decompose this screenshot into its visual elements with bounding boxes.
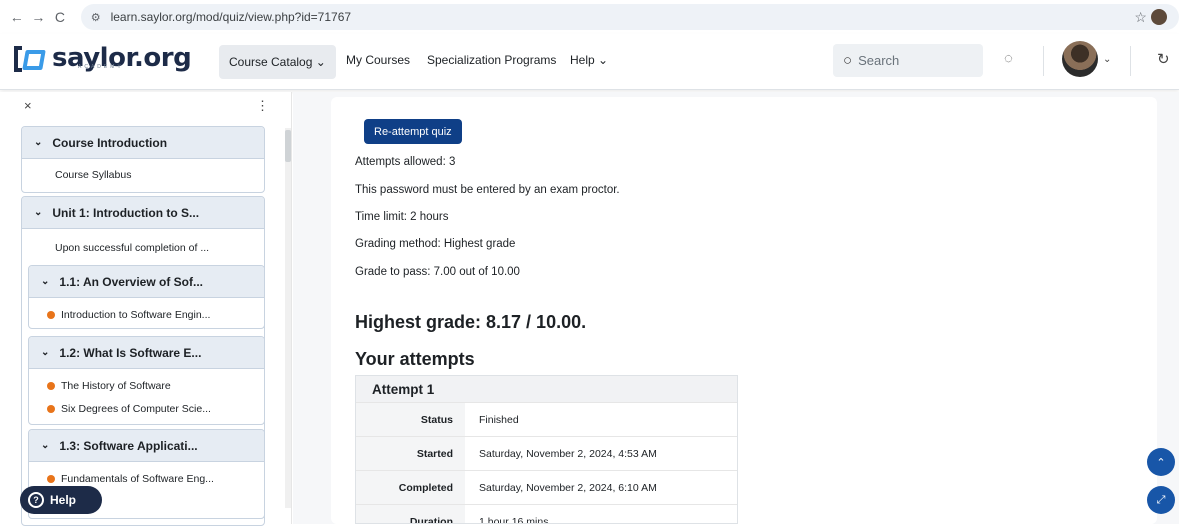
section-header[interactable]: ⌄ Unit 1: Introduction to S... (22, 197, 264, 229)
incomplete-dot-icon (47, 475, 55, 483)
header-divider (1043, 46, 1044, 76)
browser-profile-avatar[interactable] (1151, 9, 1167, 25)
close-drawer-icon[interactable]: × (24, 98, 32, 113)
help-button[interactable]: ? Help (20, 486, 102, 514)
my-courses-link[interactable]: My Courses (346, 53, 410, 67)
section-title: Unit 1: Introduction to S... (52, 205, 200, 220)
section-header[interactable]: ⌄ Course Introduction (22, 127, 264, 159)
row-label: Status (356, 403, 465, 436)
incomplete-dot-icon (47, 382, 55, 390)
back-to-top-icon[interactable]: ⌃ (1147, 448, 1175, 476)
table-row: Completed Saturday, November 2, 2024, 6:… (356, 471, 737, 505)
sidebar-item-learning-outcomes[interactable]: Upon successful completion of ... (55, 242, 209, 254)
section-title: 1.3: Software Applicati... (59, 438, 198, 453)
incomplete-dot-icon (47, 311, 55, 319)
section-header[interactable]: ⌄ 1.1: An Overview of Sof... (29, 266, 264, 298)
grade-to-pass: Grade to pass: 7.00 out of 10.00 (355, 266, 520, 278)
reload-icon[interactable]: C (49, 9, 71, 25)
search-input[interactable]: ○ Search (833, 44, 983, 77)
chevron-down-icon: ⌄ (34, 207, 43, 218)
user-avatar[interactable] (1062, 41, 1098, 77)
incomplete-dot-icon (47, 405, 55, 413)
logo-mark-icon (14, 44, 48, 74)
activity-label: Fundamentals of Software Eng... (61, 473, 214, 485)
sidebar-item-activity[interactable]: Six Degrees of Computer Scie... (47, 403, 211, 415)
attempts-allowed: Attempts allowed: 3 (355, 156, 456, 168)
specialization-programs-link[interactable]: Specialization Programs (427, 53, 556, 67)
expand-icon[interactable]: ⤢ (1147, 486, 1175, 514)
row-label: Duration (356, 505, 465, 523)
address-bar[interactable]: ⚙ learn.saylor.org/mod/quiz/view.php?id=… (80, 4, 1179, 30)
help-menu[interactable]: Help ⌄ (570, 53, 608, 67)
chevron-down-icon: ⌄ (41, 347, 50, 358)
forward-arrow-icon[interactable]: → (28, 9, 50, 25)
grading-method: Grading method: Highest grade (355, 238, 516, 250)
scrollbar-track[interactable] (285, 128, 291, 508)
user-menu-caret-icon[interactable]: ⌄ (1103, 54, 1111, 65)
row-label: Started (356, 437, 465, 470)
course-index-drawer: × ⋮ ⌄ Course Introduction Course Syllabu… (0, 92, 292, 526)
sidebar-item-activity[interactable]: The History of Software (47, 380, 171, 392)
sidebar-item-activity[interactable]: Fundamentals of Software Eng... (47, 473, 214, 485)
chevron-down-icon: ⌄ (34, 137, 43, 148)
your-attempts-heading: Your attempts (355, 349, 475, 369)
notification-bell-icon[interactable]: ◌ (1004, 50, 1013, 67)
back-arrow-icon[interactable]: ← (6, 9, 28, 25)
reattempt-quiz-button[interactable]: Re-attempt quiz (364, 119, 462, 144)
section-title: 1.1: An Overview of Sof... (59, 274, 203, 289)
section-header[interactable]: ⌄ 1.3: Software Applicati... (29, 430, 264, 462)
section-header[interactable]: ⌄ 1.2: What Is Software E... (29, 337, 264, 369)
table-row: Started Saturday, November 2, 2024, 4:53… (356, 437, 737, 471)
help-circle-icon: ? (28, 492, 44, 508)
highest-grade-heading: Highest grade: 8.17 / 10.00. (355, 312, 587, 332)
browser-toolbar: ← → C ⚙ learn.saylor.org/mod/quiz/view.p… (0, 0, 1179, 34)
table-row: Status Finished (356, 403, 737, 437)
site-settings-icon[interactable]: ⚙ (91, 11, 101, 24)
section-title: 1.2: What Is Software E... (59, 345, 202, 360)
attempt-summary-table: Attempt 1 Status Finished Started Saturd… (355, 375, 738, 524)
logo-subtitle: ACADEMY (78, 64, 124, 70)
row-value: Saturday, November 2, 2024, 6:10 AM (479, 481, 657, 494)
section-course-introduction: ⌄ Course Introduction Course Syllabus (21, 126, 265, 193)
section-1-1: ⌄ 1.1: An Overview of Sof... Introductio… (28, 265, 264, 329)
time-limit: Time limit: 2 hours (355, 211, 449, 223)
attempt-title: Attempt 1 (356, 376, 737, 403)
url-text[interactable]: learn.saylor.org/mod/quiz/view.php?id=71… (111, 10, 1135, 24)
sidebar-item-course-syllabus[interactable]: Course Syllabus (55, 169, 131, 181)
chevron-down-icon: ⌄ (41, 276, 50, 287)
accessibility-icon[interactable]: ↻ (1157, 50, 1170, 68)
course-catalog-menu[interactable]: Course Catalog ⌄ (219, 45, 336, 79)
search-placeholder: Search (858, 53, 900, 68)
activity-label: Six Degrees of Computer Scie... (61, 403, 211, 415)
search-icon: ○ (843, 52, 853, 69)
section-1-2: ⌄ 1.2: What Is Software E... The History… (28, 336, 264, 425)
row-value: 1 hour 16 mins (479, 515, 549, 524)
activity-label: Introduction to Software Engin... (61, 309, 211, 321)
chevron-down-icon: ⌄ (41, 440, 50, 451)
sidebar-item-activity[interactable]: Introduction to Software Engin... (47, 309, 210, 321)
password-note: This password must be entered by an exam… (355, 184, 620, 196)
site-header: saylor.org ACADEMY Course Catalog ⌄ My C… (0, 34, 1179, 90)
section-unit-1: ⌄ Unit 1: Introduction to S... Upon succ… (21, 196, 265, 526)
bookmark-star-icon[interactable]: ☆ (1134, 9, 1147, 26)
section-title: Course Introduction (52, 135, 168, 150)
header-divider (1130, 46, 1131, 76)
row-value: Finished (479, 413, 519, 426)
row-label: Completed (356, 471, 465, 504)
activity-label: The History of Software (61, 380, 171, 392)
table-row: Duration 1 hour 16 mins (356, 505, 737, 524)
scrollbar-thumb[interactable] (285, 130, 291, 162)
row-value: Saturday, November 2, 2024, 4:53 AM (479, 447, 657, 460)
more-options-icon[interactable]: ⋮ (256, 98, 269, 114)
help-label: Help (50, 493, 77, 507)
